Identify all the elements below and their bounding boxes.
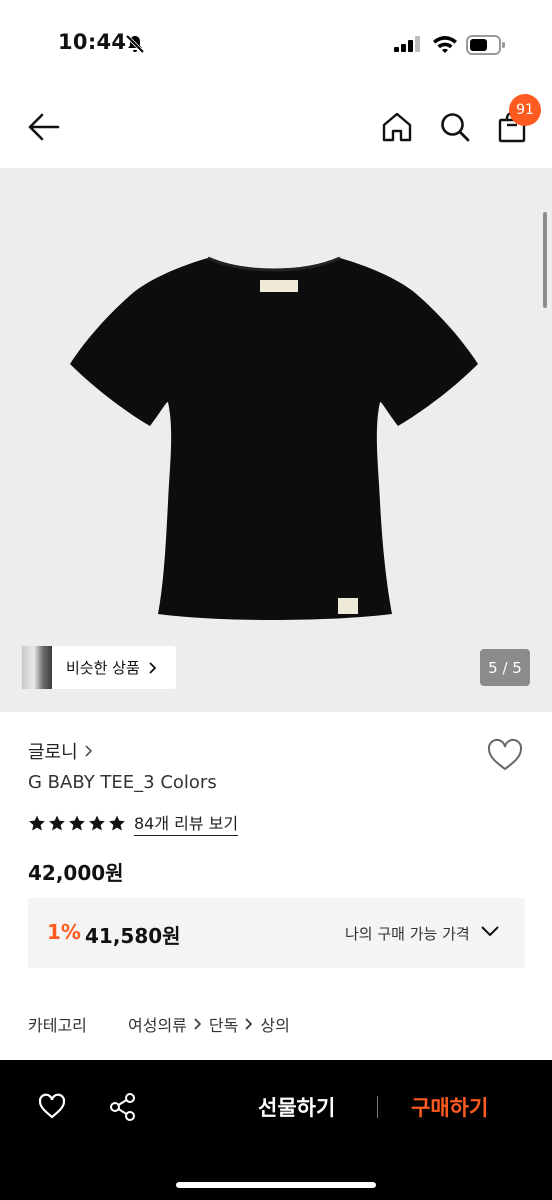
product-price: 42,000원 xyxy=(28,861,124,885)
top-nav xyxy=(0,90,552,168)
category-item[interactable]: 상의 xyxy=(260,1012,289,1036)
rating-row: 84개 리뷰 보기 xyxy=(28,810,239,836)
category-item[interactable]: 여성의류 xyxy=(128,1012,187,1036)
brand-link[interactable]: 글로니 xyxy=(28,738,94,764)
gift-button[interactable]: 선물하기 xyxy=(258,1092,335,1122)
chevron-right-icon xyxy=(85,745,92,757)
star-icon xyxy=(29,815,45,831)
rating-stars xyxy=(28,814,128,832)
status-bar: 10:44 xyxy=(0,0,552,90)
star-icon xyxy=(69,815,85,831)
share-icon[interactable] xyxy=(108,1092,138,1122)
cart-count-badge: 91 xyxy=(509,94,541,126)
my-price-dropdown[interactable]: 1% 41,580원 나의 구매 가능 가격 xyxy=(28,898,525,968)
back-arrow-icon[interactable] xyxy=(26,110,62,144)
chevron-right-icon xyxy=(245,1018,253,1030)
similar-products-label: 비슷한 상품 xyxy=(66,659,140,677)
star-icon xyxy=(89,815,105,831)
category-item[interactable]: 단독 xyxy=(209,1012,238,1036)
similar-product-thumbnail xyxy=(22,646,52,689)
bell-muted-icon xyxy=(125,34,145,54)
star-icon xyxy=(49,815,65,831)
signal-icon xyxy=(394,36,420,52)
star-icon xyxy=(109,815,125,831)
product-title: G BABY TEE_3 Colors xyxy=(28,772,217,793)
home-indicator xyxy=(176,1182,376,1188)
wifi-icon xyxy=(433,36,457,53)
battery-icon xyxy=(466,35,505,55)
category-breadcrumb: 카테고리 여성의류 단독 상의 xyxy=(28,1012,290,1036)
review-link[interactable]: 84개 리뷰 보기 xyxy=(134,810,239,836)
chevron-right-icon xyxy=(149,661,157,674)
discounted-price: 41,580원 xyxy=(85,924,181,948)
brand-name: 글로니 xyxy=(28,742,78,763)
discount-rate: 1% xyxy=(47,920,81,944)
status-time: 10:44 xyxy=(58,30,127,54)
heart-outline-icon[interactable] xyxy=(486,738,524,772)
my-price-label: 나의 구매 가능 가격 xyxy=(345,925,470,943)
buy-button[interactable]: 구매하기 xyxy=(411,1092,488,1122)
product-tshirt-image xyxy=(70,256,478,620)
bottom-action-bar: 선물하기 구매하기 xyxy=(0,1060,552,1200)
chevron-right-icon xyxy=(194,1018,202,1030)
product-image-gallery[interactable]: 비슷한 상품 5 / 5 xyxy=(0,168,552,712)
bar-divider xyxy=(377,1096,378,1118)
similar-products-button[interactable]: 비슷한 상품 xyxy=(22,646,176,689)
heart-outline-icon[interactable] xyxy=(37,1092,67,1120)
category-label: 카테고리 xyxy=(28,1016,87,1035)
gallery-page-indicator: 5 / 5 xyxy=(480,649,530,686)
gallery-scrollbar xyxy=(543,212,547,308)
home-icon[interactable] xyxy=(380,110,414,144)
chevron-down-icon xyxy=(481,926,499,937)
search-icon[interactable] xyxy=(438,110,472,144)
